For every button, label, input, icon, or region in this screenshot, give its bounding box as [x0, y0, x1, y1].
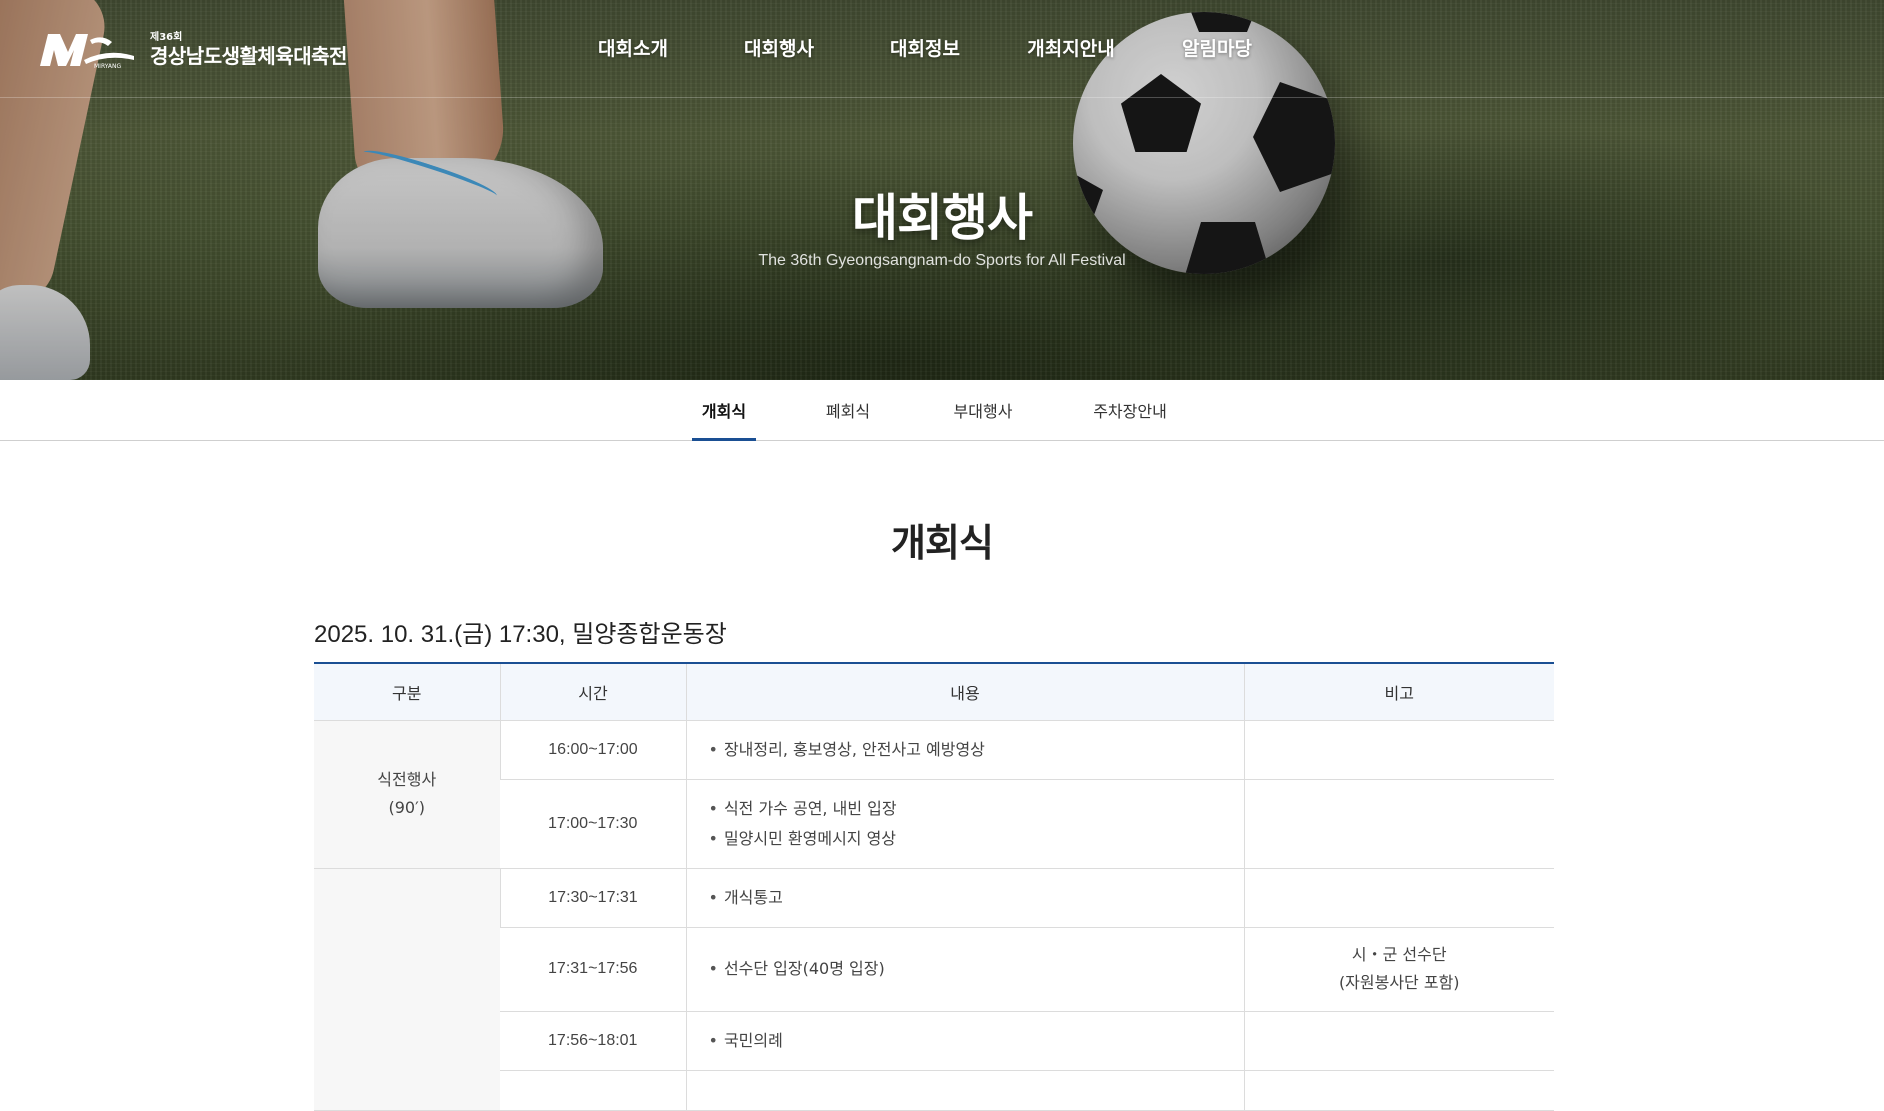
content-cell: 식전 가수 공연, 내빈 입장 밀양시민 환영메시지 영상	[685, 779, 1244, 869]
content-cell: 장내정리, 홍보영상, 안전사고 예방영상	[685, 720, 1244, 780]
hero-subtitle: The 36th Gyeongsangnam-do Sports for All…	[758, 252, 1126, 269]
note-cell	[1243, 779, 1554, 869]
time-cell: 17:31~17:56	[500, 927, 686, 1012]
svg-text:MIRYANG: MIRYANG	[94, 63, 122, 70]
col-header-content: 내용	[685, 662, 1244, 721]
tab-closing-ceremony[interactable]: 폐회식	[814, 380, 882, 440]
note-cell: 시・군 선수단 (자원봉사단 포함)	[1243, 927, 1554, 1012]
nav-item-venue[interactable]: 개최지안내	[998, 34, 1144, 61]
sub-tabs: 개회식 폐회식 부대행사 주차장안내	[0, 380, 1884, 441]
table-row: 식전행사 (90′) 16:00~17:00 장내정리, 홍보영상, 안전사고 …	[314, 720, 1554, 869]
nav-item-events[interactable]: 대회행사	[706, 34, 852, 61]
schedule-table: 구분 시간 내용 비고 식전행사 (90′) 16:00~17:00 장내정리,…	[314, 662, 1554, 1111]
tab-parking-info[interactable]: 주차장안내	[1084, 380, 1176, 440]
event-date-venue: 2025. 10. 31.(금) 17:30, 밀양종합운동장	[314, 621, 727, 648]
nav-item-intro[interactable]: 대회소개	[560, 34, 706, 61]
page-title: 개회식	[891, 521, 994, 565]
col-header-category: 구분	[314, 662, 500, 721]
table-row: 17:00~17:30 식전 가수 공연, 내빈 입장 밀양시민 환영메시지 영…	[314, 779, 1554, 869]
site-logo[interactable]: MIRYANG 제36회 경상남도생활체육대축전	[38, 30, 347, 70]
time-cell	[500, 1070, 686, 1111]
time-cell: 17:00~17:30	[500, 779, 686, 869]
content-cell: 국민의례	[685, 1011, 1244, 1071]
nav-item-notice[interactable]: 알림마당	[1144, 34, 1290, 61]
hero-banner: MIRYANG 제36회 경상남도생활체육대축전 대회소개 대회행사 대회정보 …	[0, 0, 1884, 380]
table-row	[314, 1070, 1554, 1111]
nav-item-info[interactable]: 대회정보	[852, 34, 998, 61]
note-cell	[1243, 868, 1554, 928]
table-row: 17:56~18:01 국민의례	[314, 1011, 1554, 1071]
hero-title: 대회행사	[852, 189, 1033, 247]
festival-logo-icon: MIRYANG	[40, 34, 134, 70]
table-row: 17:31~17:56 선수단 입장(40명 입장) 시・군 선수단 (자원봉사…	[314, 927, 1554, 1012]
category-cell-pre-event: 식전행사 (90′)	[314, 720, 500, 869]
category-cell-main-event	[314, 868, 500, 1111]
logo-title: 경상남도생활체육대축전	[150, 44, 347, 68]
content-cell: 선수단 입장(40명 입장)	[685, 927, 1244, 1012]
tab-opening-ceremony[interactable]: 개회식	[690, 380, 758, 441]
site-header: MIRYANG 제36회 경상남도생활체육대축전 대회소개 대회행사 대회정보 …	[0, 0, 1884, 98]
tab-side-events[interactable]: 부대행사	[944, 380, 1022, 440]
content-cell	[685, 1070, 1244, 1111]
content-cell: 개식통고	[685, 868, 1244, 928]
col-header-time: 시간	[499, 662, 686, 721]
time-cell: 16:00~17:00	[499, 720, 686, 780]
note-cell	[1243, 1011, 1554, 1071]
note-cell	[1243, 720, 1554, 780]
col-header-note: 비고	[1243, 662, 1554, 721]
main-nav: 대회소개 대회행사 대회정보 개최지안내 알림마당	[560, 0, 1290, 98]
time-cell: 17:30~17:31	[499, 868, 686, 928]
time-cell: 17:56~18:01	[500, 1011, 686, 1071]
logo-edition: 제36회	[150, 32, 183, 43]
table-row: 17:30~17:31 개식통고	[314, 868, 1554, 1111]
note-cell	[1243, 1070, 1554, 1111]
